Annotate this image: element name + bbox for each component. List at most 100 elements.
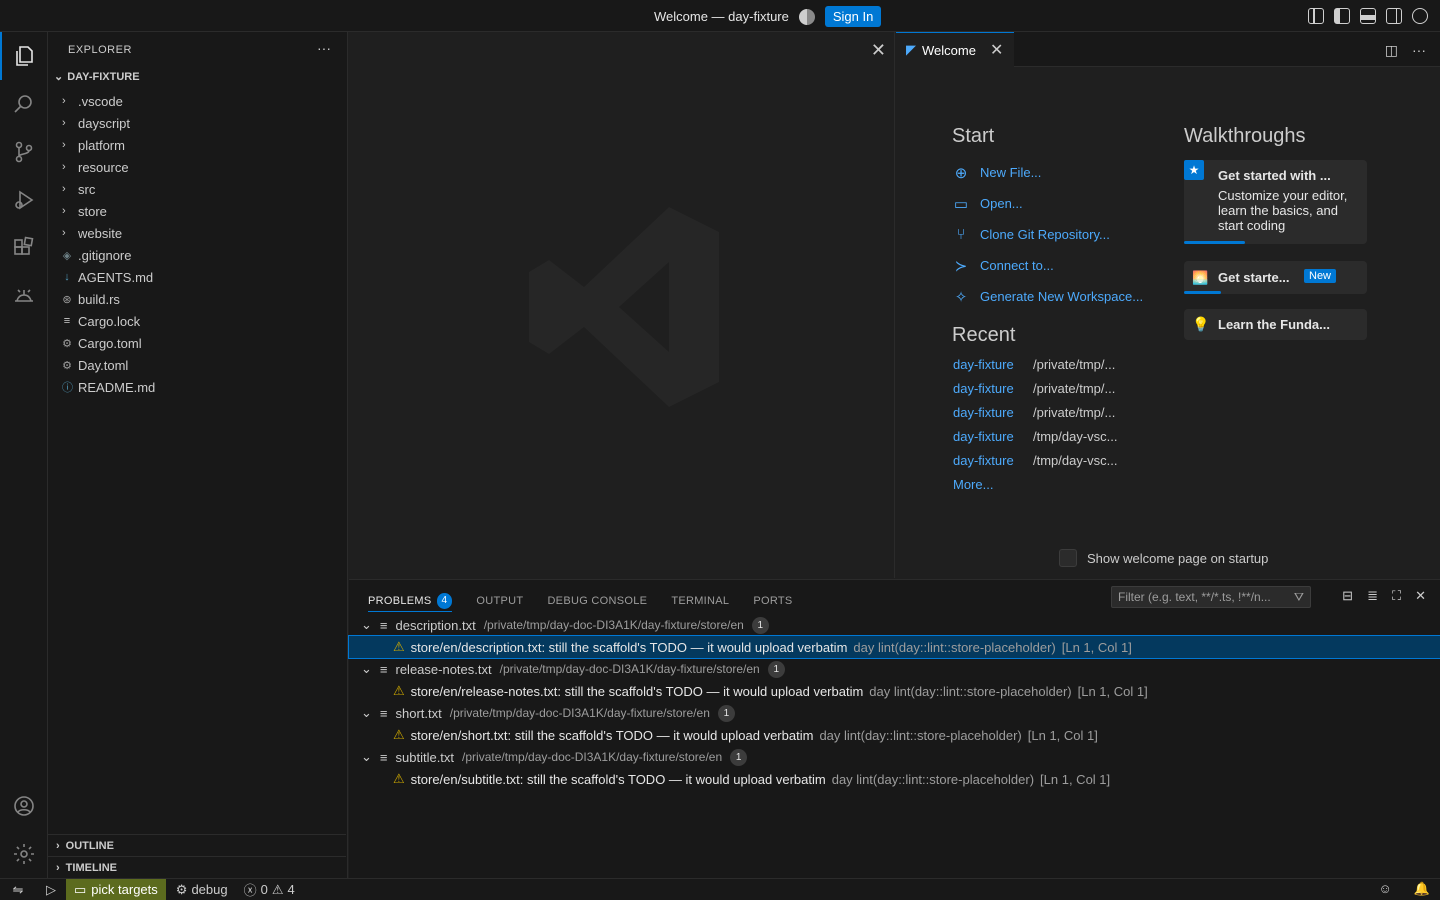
problem-file-row[interactable]: ⌄ ≡ short.txt/private/tmp/day-doc-DI3A1K/d… — [349, 702, 1440, 724]
recent-name-link[interactable]: day-fixture — [953, 381, 1033, 396]
start-action-link[interactable]: ✧ Generate New Workspace... — [952, 281, 1143, 312]
source-control-icon[interactable] — [0, 128, 48, 176]
problems-filter-input[interactable]: Filter (e.g. text, **/*.ts, !**/n... ⛛ — [1111, 586, 1311, 608]
settings-gear-icon[interactable] — [0, 830, 48, 878]
chat-icon[interactable] — [1412, 8, 1428, 24]
tree-file[interactable]: ⓘ README.md — [48, 376, 346, 398]
debug-item[interactable]: ⚙ debug — [166, 882, 238, 898]
tree-folder[interactable]: › src — [48, 178, 346, 200]
toggle-secondary-sidebar-icon[interactable] — [1386, 8, 1402, 24]
panel-tab-output[interactable]: OUTPUT — [476, 590, 523, 612]
problem-row[interactable]: ⚠ store/en/release-notes.txt: still the s… — [349, 680, 1440, 702]
start-action-link[interactable]: ▭ Open... — [952, 188, 1143, 219]
problem-file-row[interactable]: ⌄ ≡ description.txt/private/tmp/day-doc-DI… — [349, 614, 1440, 636]
chevron-down-icon: ⌄ — [361, 661, 372, 676]
outline-section[interactable]: › OUTLINE — [48, 834, 346, 856]
recent-list: day-fixture/private/tmp/... day-fixture/p… — [953, 352, 1118, 496]
problems-status-item[interactable]: ⓧ 0 ⚠ 4 — [238, 880, 301, 899]
search-icon[interactable] — [0, 80, 48, 128]
warning-count: 4 — [287, 882, 295, 897]
run-icon[interactable]: ▷ — [36, 882, 66, 898]
walkthrough-card-get-started-2[interactable]: 🌅 Get starte... New — [1184, 261, 1367, 294]
toggle-primary-sidebar-icon[interactable] — [1334, 8, 1350, 24]
problem-source: day lint(day::lint::store-placeholder) — [869, 683, 1072, 699]
more-actions-icon[interactable]: ··· — [317, 40, 331, 56]
panel-actions: ⊟ ≣ ⛶ ✕ — [1342, 588, 1426, 604]
extensions-icon[interactable] — [0, 224, 48, 272]
chevron-down-icon: ⌄ — [361, 705, 372, 720]
tree-file[interactable]: ⚙ Cargo.toml — [48, 332, 346, 354]
close-panel-icon[interactable]: ✕ — [1415, 588, 1426, 604]
tree-file[interactable]: ◈ .gitignore — [48, 244, 346, 266]
bottom-panel: PROBLEMS 4 OUTPUT DEBUG CONSOLE TERMINAL PORT… — [348, 579, 1440, 878]
split-editor-icon[interactable]: ◫ — [1385, 42, 1398, 59]
copilot-icon[interactable] — [798, 8, 815, 25]
recent-name-link[interactable]: day-fixture — [953, 429, 1033, 444]
warning-icon: ⚠ — [393, 683, 405, 698]
walkthrough-card-fundamentals[interactable]: 💡 Learn the Funda... — [1184, 309, 1367, 340]
workspace-root-folder[interactable]: ⌄ DAY-FIXTURE — [54, 70, 140, 84]
close-editor-group-icon[interactable]: ✕ — [871, 40, 886, 61]
start-action-link[interactable]: ⊕ New File... — [952, 157, 1143, 188]
filter-icon[interactable]: ⛛ — [1294, 590, 1304, 605]
problem-count-badge: 1 — [717, 704, 735, 722]
customize-layout-icon[interactable] — [1308, 8, 1324, 24]
toggle-panel-icon[interactable] — [1360, 8, 1376, 24]
notifications-bell-icon[interactable]: 🔔 — [1414, 881, 1430, 897]
maximize-panel-icon[interactable]: ⛶ — [1392, 588, 1401, 604]
start-action-link[interactable]: ≻ Connect to... — [952, 250, 1143, 281]
show-on-startup-checkbox[interactable] — [1059, 549, 1077, 567]
title-center: Welcome — day-fixture Sign In — [654, 6, 882, 27]
walkthrough-description: Customize your editor, learn the basics,… — [1218, 188, 1348, 233]
tree-folder[interactable]: › website — [48, 222, 346, 244]
start-action-label: New File... — [980, 165, 1042, 180]
start-action-icon: ≻ — [954, 257, 968, 275]
walkthrough-progress — [1184, 241, 1245, 244]
recent-more-link[interactable]: More... — [953, 472, 1118, 496]
panel-tab-terminal[interactable]: TERMINAL — [671, 590, 729, 612]
tree-folder[interactable]: › store — [48, 200, 346, 222]
view-as-list-icon[interactable]: ≣ — [1367, 588, 1378, 604]
star-icon: ★ — [1184, 160, 1204, 180]
tab-welcome[interactable]: ◤ Welcome ✕ — [896, 32, 1014, 67]
recent-path: /tmp/day-vsc... — [1033, 452, 1118, 468]
collapse-all-icon[interactable]: ⊟ — [1342, 588, 1353, 604]
recent-item: day-fixture/private/tmp/... — [953, 400, 1118, 424]
problem-file-row[interactable]: ⌄ ≡ release-notes.txt/private/tmp/day-doc-… — [349, 658, 1440, 680]
tree-folder[interactable]: › resource — [48, 156, 346, 178]
problem-row[interactable]: ⚠ store/en/short.txt: still the scaffold'… — [349, 724, 1440, 746]
tree-file[interactable]: ⚙ Day.toml — [48, 354, 346, 376]
tree-file[interactable]: ⊛ build.rs — [48, 288, 346, 310]
problem-row[interactable]: ⚠ store/en/subtitle.txt: still the scaffo… — [349, 768, 1440, 790]
recent-name-link[interactable]: day-fixture — [953, 357, 1033, 372]
close-tab-icon[interactable]: ✕ — [990, 40, 1003, 60]
remote-indicator-icon[interactable]: ⇋ — [0, 879, 36, 900]
panel-tab-debug-console[interactable]: DEBUG CONSOLE — [547, 590, 647, 612]
timeline-section[interactable]: › TIMELINE — [48, 856, 346, 878]
problem-message: store/en/subtitle.txt: still the scaffol… — [410, 771, 826, 787]
problem-file-row[interactable]: ⌄ ≡ subtitle.txt/private/tmp/day-doc-DI3A1… — [349, 746, 1440, 768]
recent-name-link[interactable]: day-fixture — [953, 453, 1033, 468]
tree-folder[interactable]: › .vscode — [48, 90, 346, 112]
warning-icon: ⚠ — [393, 727, 405, 742]
more-actions-icon[interactable]: ··· — [1412, 42, 1426, 59]
accounts-icon[interactable] — [0, 782, 48, 830]
panel-tab-ports[interactable]: PORTS — [753, 590, 792, 612]
copilot-status-icon[interactable]: ☺ — [1379, 881, 1392, 897]
tree-folder[interactable]: › platform — [48, 134, 346, 156]
walkthrough-card-get-started[interactable]: ★ Get started with ... Customize your ed… — [1184, 160, 1367, 244]
tree-file[interactable]: ↓ AGENTS.md — [48, 266, 346, 288]
explorer-icon[interactable] — [0, 32, 48, 80]
start-action-link[interactable]: ⑂ Clone Git Repository... — [952, 219, 1143, 250]
tree-folder[interactable]: › dayscript — [48, 112, 346, 134]
lightbulb-icon: 💡 — [1192, 316, 1210, 332]
sign-in-button[interactable]: Sign In — [824, 6, 882, 27]
recent-item: day-fixture/private/tmp/... — [953, 376, 1118, 400]
recent-name-link[interactable]: day-fixture — [953, 405, 1033, 420]
run-debug-icon[interactable] — [0, 176, 48, 224]
tree-file[interactable]: ≡ Cargo.lock — [48, 310, 346, 332]
pick-targets-item[interactable]: ▭ pick targets — [66, 878, 166, 900]
remote-icon[interactable] — [0, 272, 48, 320]
problem-row[interactable]: ⚠ store/en/description.txt: still the sca… — [348, 635, 1440, 659]
panel-tab-problems[interactable]: PROBLEMS 4 — [368, 590, 453, 612]
